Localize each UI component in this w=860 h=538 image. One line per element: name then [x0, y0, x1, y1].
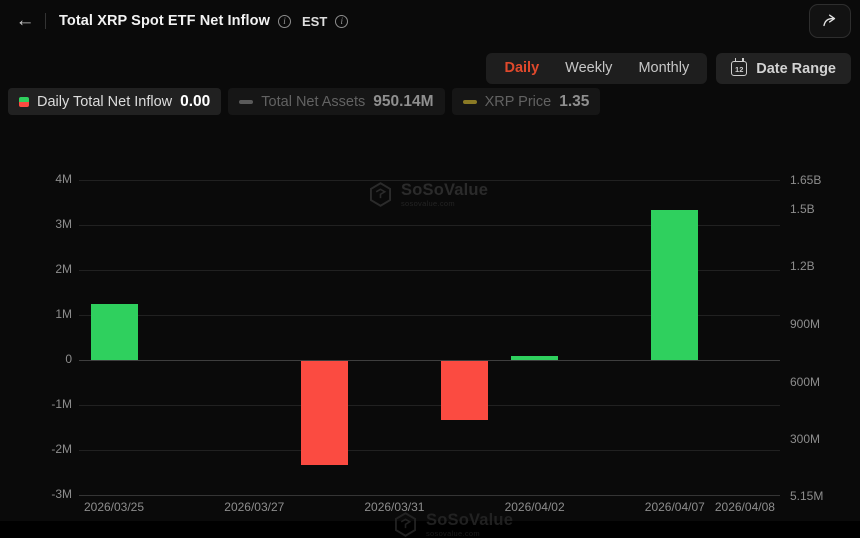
tab-weekly[interactable]: Weekly — [552, 53, 625, 84]
legend-value: 0.00 — [180, 93, 210, 111]
legend-label: XRP Price — [485, 94, 552, 110]
sosovalue-watermark: SoSoValue sosovalue.com — [367, 181, 488, 208]
yellow-dash-icon — [463, 100, 477, 104]
legend-value: 950.14M — [373, 93, 433, 111]
right-axis-tick-label: 1.2B — [790, 259, 815, 273]
left-axis-tick-label: -3M — [0, 487, 72, 501]
x-axis-tick-label: 2026/04/02 — [505, 500, 565, 514]
gray-dash-icon — [239, 100, 253, 104]
app-root: { "header": { "back_icon": "arrow-left-i… — [0, 0, 860, 521]
header-bar: Total XRP Spot ETF Net Inflow EST — [0, 0, 860, 42]
gridline — [79, 450, 780, 451]
left-axis-tick-label: -1M — [0, 397, 72, 411]
bar-chart-canvas[interactable]: SoSoValue sosovalue.com SoSoValue sosova… — [0, 140, 860, 521]
legend-value: 1.35 — [559, 93, 589, 111]
period-tab-group: Daily Weekly Monthly — [486, 53, 707, 84]
sosovalue-logo-icon — [367, 181, 394, 208]
page-title: Total XRP Spot ETF Net Inflow — [59, 13, 270, 29]
watermark-brand: SoSoValue — [426, 512, 513, 529]
share-arrow-icon — [821, 12, 839, 30]
header-divider — [45, 13, 46, 29]
left-axis-tick-label: 0 — [0, 352, 72, 366]
x-axis-tick-label: 2026/04/08 — [715, 500, 775, 514]
right-axis-tick-label: 900M — [790, 317, 820, 331]
x-axis-tick-label: 2026/04/07 — [645, 500, 705, 514]
left-axis-tick-label: 4M — [0, 172, 72, 186]
gridline — [79, 495, 780, 496]
legend-item-daily-net-inflow[interactable]: Daily Total Net Inflow 0.00 — [8, 88, 221, 115]
watermark-domain: sosovalue.com — [426, 529, 513, 538]
gridline — [79, 360, 780, 361]
chart-bar-2026/04/02[interactable] — [511, 356, 558, 360]
x-axis-tick-label: 2026/03/31 — [364, 500, 424, 514]
date-range-label: Date Range — [756, 61, 836, 77]
split-green-red-square-icon — [19, 97, 29, 107]
left-axis-tick-label: 2M — [0, 262, 72, 276]
share-button[interactable] — [809, 4, 851, 38]
date-range-button[interactable]: 12 Date Range — [716, 53, 851, 84]
gridline — [79, 180, 780, 181]
gridline — [79, 405, 780, 406]
watermark-brand: SoSoValue — [401, 182, 488, 199]
right-axis-tick-label: 5.15M — [790, 489, 823, 503]
tab-monthly[interactable]: Monthly — [625, 53, 702, 84]
chart-bar-2026/04/07[interactable] — [651, 210, 698, 360]
back-arrow-icon[interactable] — [12, 8, 38, 34]
legend-item-total-net-assets[interactable]: Total Net Assets 950.14M — [228, 88, 444, 115]
calendar-icon: 12 — [731, 61, 747, 76]
info-icon[interactable] — [335, 15, 348, 28]
legend-label: Total Net Assets — [261, 94, 365, 110]
chart-legend: Daily Total Net Inflow 0.00 Total Net As… — [8, 88, 600, 115]
tab-daily[interactable]: Daily — [491, 53, 552, 84]
chart-bar-2026/03/30[interactable] — [301, 361, 348, 465]
chart-controls: Daily Weekly Monthly 12 Date Range — [486, 53, 851, 84]
chart-bar-2026/04/01[interactable] — [441, 361, 488, 420]
x-axis-tick-label: 2026/03/27 — [224, 500, 284, 514]
sosovalue-logo-icon — [392, 511, 419, 538]
right-axis-tick-label: 1.65B — [790, 173, 821, 187]
legend-label: Daily Total Net Inflow — [37, 94, 172, 110]
timezone-label: EST — [302, 14, 327, 29]
right-axis-tick-label: 600M — [790, 375, 820, 389]
info-icon[interactable] — [278, 15, 291, 28]
right-axis-tick-label: 1.5B — [790, 202, 815, 216]
watermark-domain: sosovalue.com — [401, 199, 488, 208]
chart-bar-2026/03/25[interactable] — [91, 304, 138, 360]
left-axis-tick-label: -2M — [0, 442, 72, 456]
legend-item-xrp-price[interactable]: XRP Price 1.35 — [452, 88, 601, 115]
x-axis-tick-label: 2026/03/25 — [84, 500, 144, 514]
left-axis-tick-label: 1M — [0, 307, 72, 321]
right-axis-tick-label: 300M — [790, 432, 820, 446]
left-axis-tick-label: 3M — [0, 217, 72, 231]
sosovalue-watermark-clipped: SoSoValue sosovalue.com — [392, 511, 513, 538]
